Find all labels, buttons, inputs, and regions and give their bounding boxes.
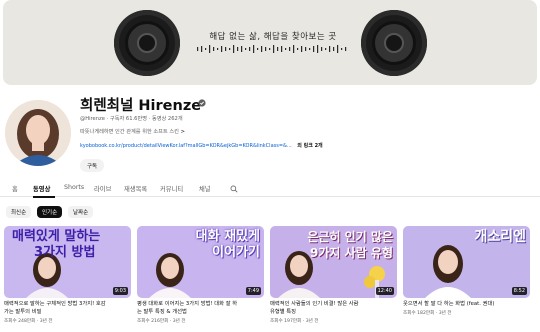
- video-thumbnail[interactable]: 은근히 인기 많은 9가지 사람 유형 12:40: [270, 226, 397, 298]
- tab-live[interactable]: 라이브: [94, 184, 111, 193]
- filter-popular-chip[interactable]: 인기순: [37, 206, 63, 218]
- soundwave-graphic: [197, 45, 347, 53]
- tab-community[interactable]: 커뮤니티: [160, 184, 183, 193]
- tab-playlists[interactable]: 재생목록: [124, 184, 147, 193]
- video-thumbnail[interactable]: 매력있게 말하는 3가지 방법 9:03: [4, 226, 131, 298]
- channel-meta: @Hirenze · 구독자 61.6만명 · 동영상 262개: [80, 116, 183, 122]
- filter-oldest-chip[interactable]: 날짜순: [68, 206, 94, 218]
- tab-channels[interactable]: 채널: [199, 184, 211, 193]
- description-text: 따뜻나게레하면 인간 관계를 위한 소프트 스킨: [80, 129, 179, 135]
- video-card[interactable]: 매력있게 말하는 3가지 방법 9:03 매력적으로 말하는 구체적인 방법 3…: [4, 226, 131, 332]
- channel-banner: 해답 없는 삶, 해답을 찾아보는 곳: [3, 0, 537, 85]
- video-title-line2[interactable]: 가는 말투의 비밀: [4, 309, 131, 317]
- channel-avatar[interactable]: [5, 100, 71, 166]
- subscribe-button[interactable]: 구독: [80, 159, 104, 172]
- video-thumbnail[interactable]: 대화 재밌게 이어가기 7:49: [137, 226, 264, 298]
- channel-title: 희렌최널 Hirenze: [80, 98, 202, 114]
- video-card[interactable]: 대화 재밌게 이어가기 7:49 평생 대화로 이어지는 3가지 방법! 대화 …: [137, 226, 264, 332]
- channel-description[interactable]: 따뜻나게레하면 인간 관계를 위한 소프트 스킨 >: [80, 128, 185, 135]
- thumbnail-caption: 매력있게 말하는 3가지 방법: [12, 229, 101, 260]
- video-title[interactable]: 평생 대화로 이어지는 3가지 방법! 대화 잘 하: [137, 301, 264, 309]
- search-icon[interactable]: [230, 185, 238, 193]
- video-card[interactable]: 은근히 인기 많은 9가지 사람 유형 12:40 매력적인 사람들의 인기 비…: [270, 226, 397, 332]
- verified-icon: [198, 99, 206, 107]
- video-thumbnail[interactable]: 개소리엔 8:52: [403, 226, 530, 298]
- thumbnail-caption: 개소리엔: [474, 229, 526, 245]
- channel-tabs: 홈 동영상 Shorts 라이브 재생목록 커뮤니티 채널: [0, 184, 540, 198]
- speaker-graphic-right: [361, 10, 427, 76]
- banner-tagline: 해답 없는 삶, 해답을 찾아보는 곳: [209, 32, 337, 42]
- tab-shorts[interactable]: Shorts: [64, 184, 84, 191]
- video-duration: 9:03: [112, 287, 128, 295]
- video-stats: 조회수 197만회 · 3년 전: [270, 319, 319, 324]
- video-title-line2[interactable]: 는 말투 특징 & 개선법: [137, 309, 264, 317]
- video-count: 동영상 262개: [151, 116, 183, 122]
- description-expand-icon[interactable]: >: [181, 129, 185, 135]
- thumbnail-person-image: [425, 245, 471, 298]
- video-duration: 12:40: [375, 287, 394, 295]
- video-stats: 조회수 216만회 · 3년 전: [137, 319, 186, 324]
- subscriber-count: 구독자 61.6만명: [109, 116, 147, 122]
- tab-videos[interactable]: 동영상: [33, 184, 50, 193]
- video-title[interactable]: 웃으면서 할 말 다 하는 화법 (feat. 권대): [403, 301, 530, 309]
- video-title[interactable]: 매력적인 사람들의 인기 비결! 많은 사람: [270, 301, 397, 309]
- thumbnail-caption: 대화 재밌게 이어가기: [195, 229, 260, 260]
- tab-home[interactable]: 홈: [12, 184, 18, 193]
- video-duration: 8:52: [511, 287, 527, 295]
- more-links-button[interactable]: 외 링크 2개: [297, 143, 322, 149]
- video-title[interactable]: 매력적으로 말하는 구체적인 방법 3가지! 호감: [4, 301, 131, 309]
- video-duration: 7:49: [245, 287, 261, 295]
- active-tab-indicator: [33, 196, 55, 198]
- video-card[interactable]: 개소리엔 8:52 웃으면서 할 말 다 하는 화법 (feat. 권대) 조회…: [403, 226, 530, 332]
- channel-links: kyobobook.co.kr/product/detailViewKor.la…: [80, 142, 323, 149]
- thumbnail-caption: 은근히 인기 많은 9가지 사람 유형: [307, 230, 393, 260]
- speaker-graphic-left: [114, 10, 180, 76]
- channel-link[interactable]: kyobobook.co.kr/product/detailViewKor.la…: [80, 143, 292, 149]
- channel-handle: @Hirenze: [80, 116, 105, 122]
- video-stats: 조회수 182만회 · 3년 전: [403, 311, 452, 316]
- video-title-line2[interactable]: 유형별 특징: [270, 309, 397, 317]
- video-stats: 조회수 248만회 · 3년 전: [4, 319, 53, 324]
- filter-latest-chip[interactable]: 최신순: [6, 206, 32, 218]
